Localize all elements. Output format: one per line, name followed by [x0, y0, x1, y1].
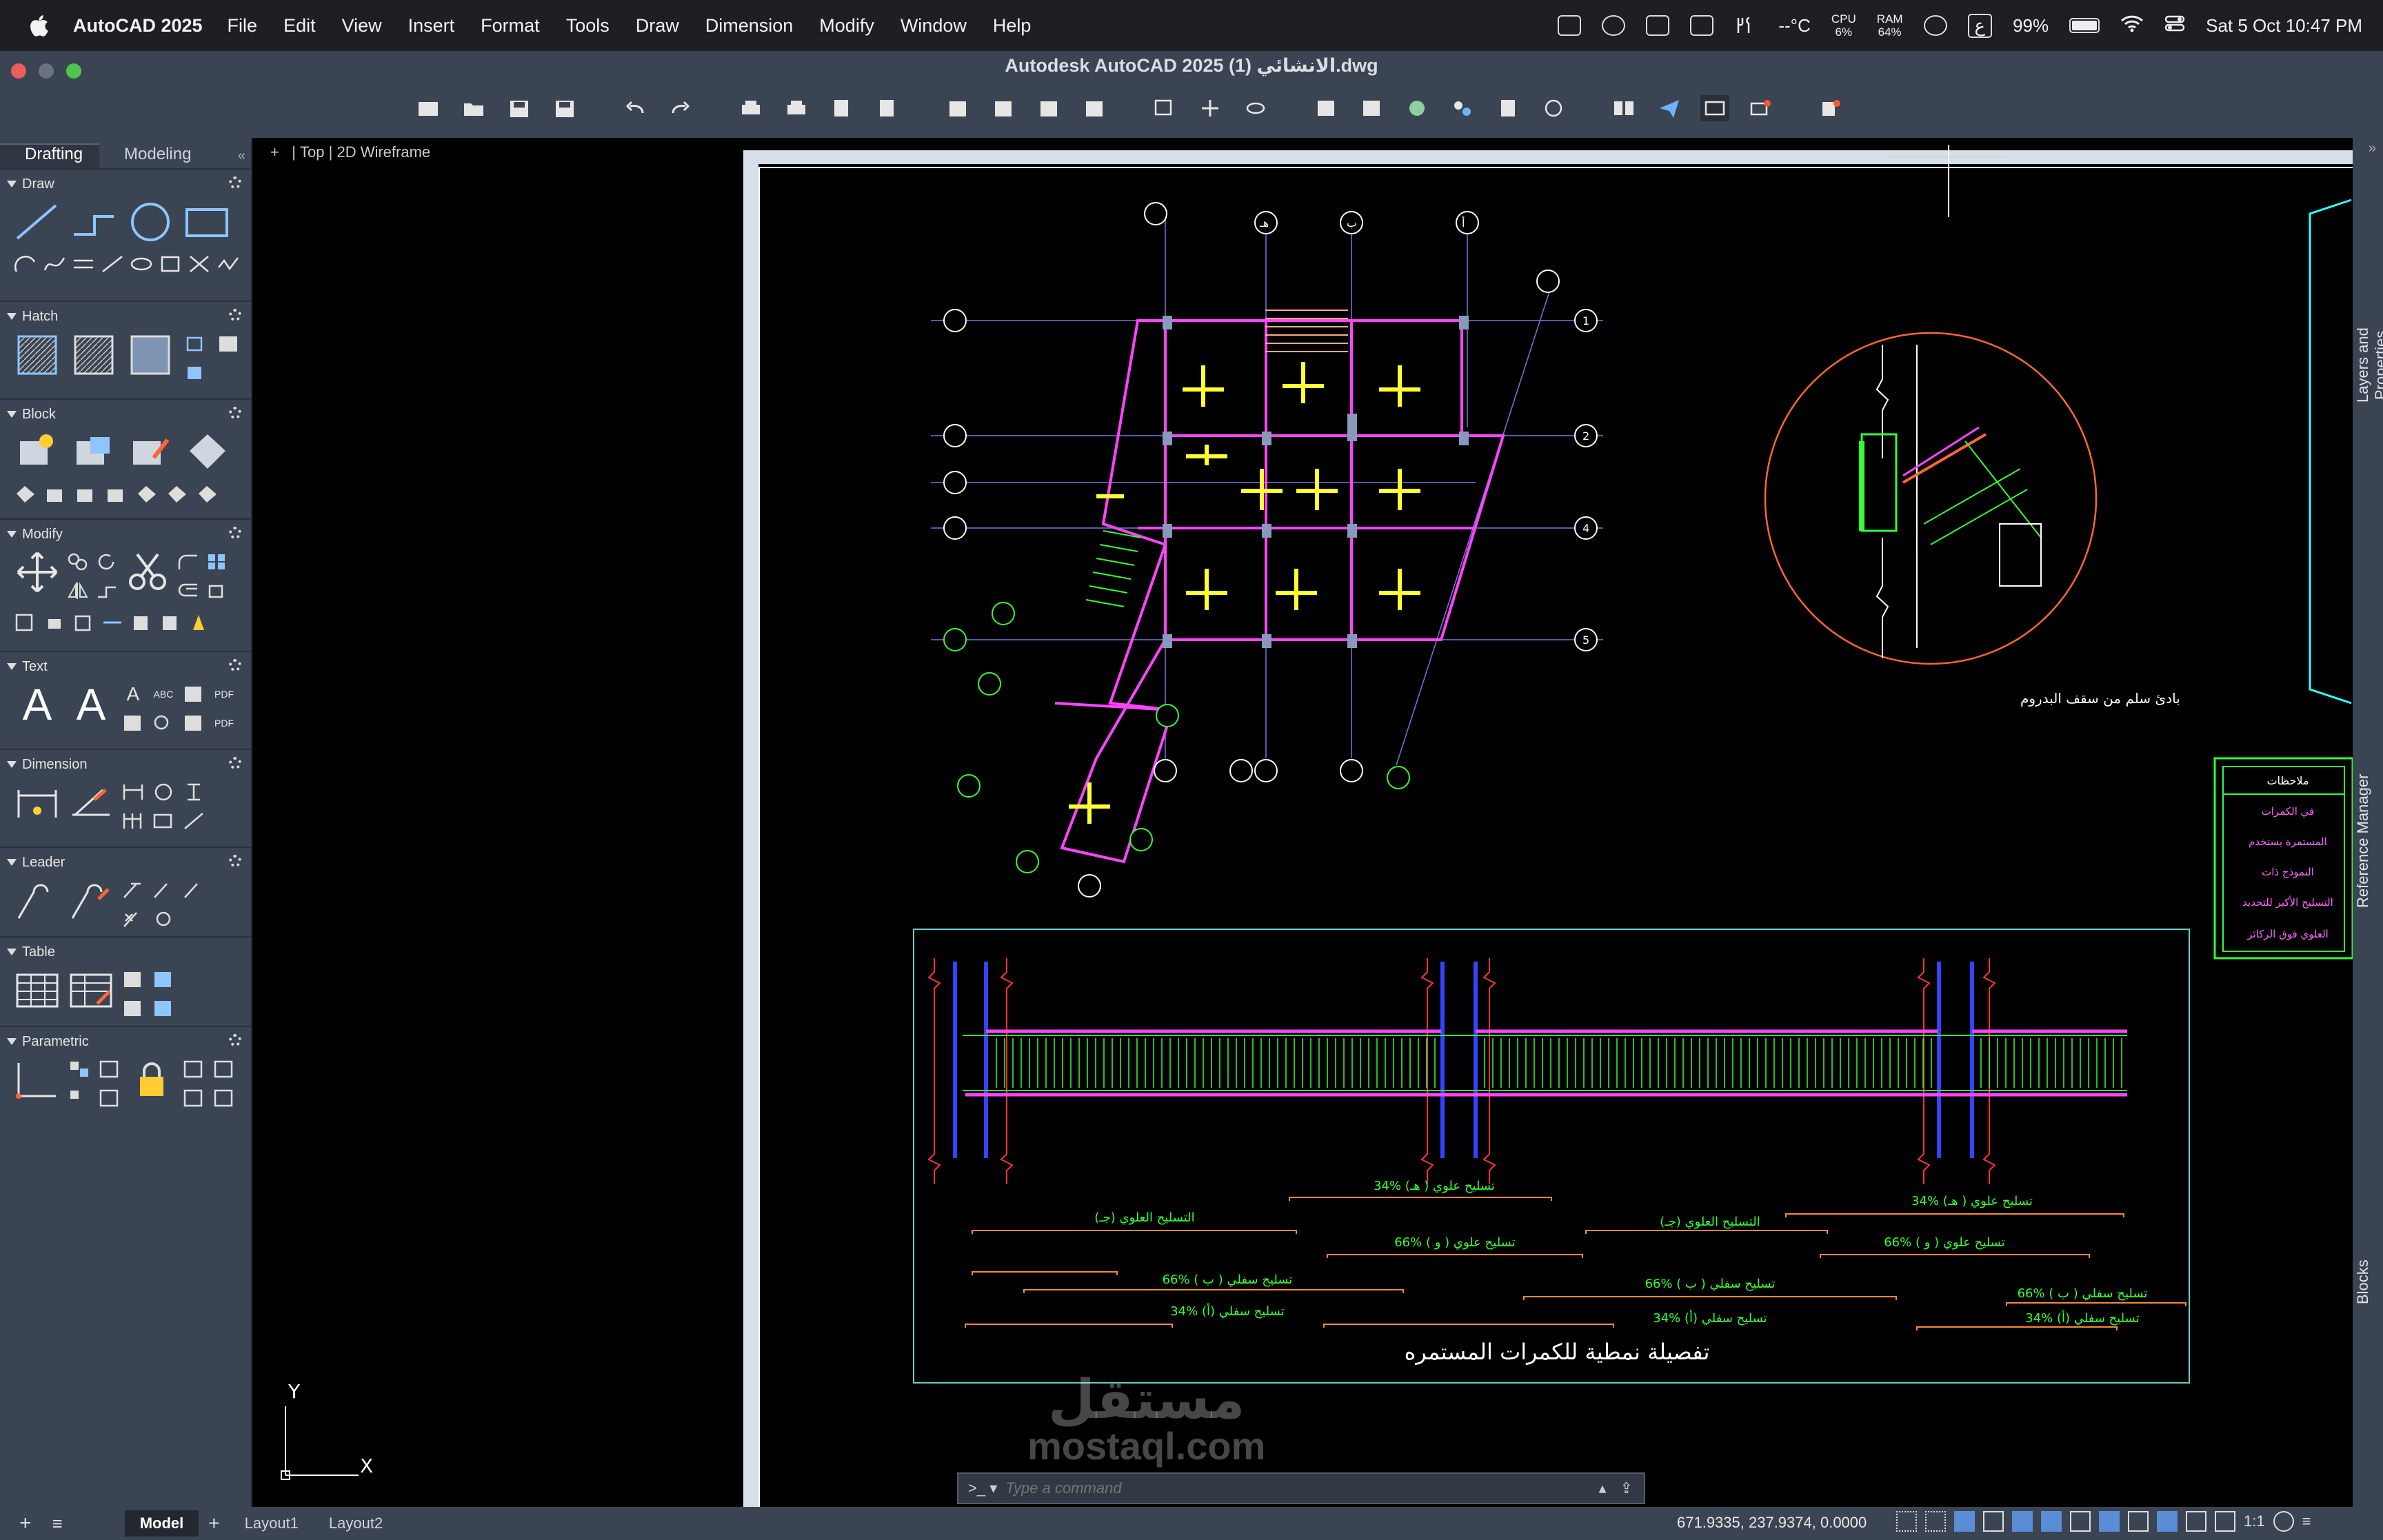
beam-label: تسليح علوي ( هـ) %34 — [1911, 1194, 2033, 1208]
ucs-icon — [281, 1406, 359, 1480]
tab-layout1[interactable]: Layout1 — [230, 1510, 314, 1537]
transparency-icon[interactable] — [2128, 1511, 2149, 1532]
grid-label: 4 — [1582, 522, 1589, 535]
beam-detail-title: تفصيلة نمطية للكمرات المستمره — [1405, 1339, 1710, 1365]
note-line: العلوي فوق الركائز — [2246, 928, 2329, 941]
beam-label: تسليح سفلي (أ) %34 — [1170, 1303, 1284, 1319]
blocks-tab[interactable]: Blocks — [2354, 1248, 2382, 1317]
beam-label: تسليح سفلي ( ب ) %66 — [1163, 1273, 1293, 1287]
command-input[interactable] — [1005, 1479, 1599, 1497]
command-line[interactable]: >_ ▾ ▴ ⇪ — [957, 1472, 1645, 1504]
detail-caption: بادئ سلم من سقف البدروم — [2020, 690, 2180, 707]
lineweight-icon[interactable] — [2099, 1511, 2120, 1532]
right-panel-strip: » Layers and Properties Reference Manage… — [2353, 138, 2383, 1507]
customize-icon[interactable]: ≡ — [2302, 1512, 2320, 1530]
collapse-right-icon[interactable]: » — [2369, 141, 2376, 156]
note-line: في الكمرات — [2262, 805, 2315, 818]
beam-label: تسليح سفلي (أ) %34 — [1653, 1310, 1767, 1326]
grid-label: أ — [1462, 216, 1465, 230]
annotation-scale-value[interactable]: 1:1 — [2244, 1512, 2265, 1530]
add-layout-icon[interactable]: + — [208, 1512, 219, 1534]
note-line: المستمرة يستخدم — [2249, 835, 2327, 848]
beam-label: تسليح علوي ( و ) %66 — [1884, 1235, 2005, 1250]
tab-model[interactable]: Model — [124, 1510, 199, 1537]
polar-icon[interactable] — [2012, 1511, 2033, 1532]
note-line: النموذج ذات — [2262, 866, 2314, 879]
watermark: مستقل mostaql.com — [1027, 1369, 1266, 1468]
grid-label: ب — [1347, 216, 1357, 230]
coordinate-readout: 671.9335, 237.9374, 0.0000 — [1677, 1514, 1867, 1531]
add-palette-icon[interactable]: + — [19, 1512, 32, 1535]
grid-label: 1 — [1582, 314, 1589, 327]
cad-drawing[interactable]: هـ ب أ 1 2 4 5 بادئ سلم من سقف البدروم م… — [0, 0, 2383, 1540]
snap-icon[interactable] — [1954, 1511, 1975, 1532]
osnap-icon[interactable] — [2041, 1511, 2062, 1532]
otrack-icon[interactable] — [2070, 1511, 2091, 1532]
reference-manager-tab[interactable]: Reference Manager — [2354, 758, 2382, 924]
layers-properties-tab[interactable]: Layers and Properties — [2354, 296, 2383, 434]
grid-icon[interactable] — [1925, 1511, 1946, 1532]
status-toggles: 1:1 ≡ — [1896, 1511, 2320, 1532]
command-share-icon[interactable]: ⇪ — [1620, 1479, 1633, 1497]
tab-layout2[interactable]: Layout2 — [314, 1510, 398, 1537]
ortho-icon[interactable] — [1983, 1511, 2004, 1532]
beam-label: تسليح سفلي ( ب ) %66 — [1645, 1277, 1776, 1291]
ucs-y-label: Y — [288, 1380, 301, 1403]
command-prompt-icon[interactable]: >_ ▾ — [968, 1479, 997, 1497]
grid-label: 5 — [1582, 634, 1589, 647]
notes-title: ملاحظات — [2266, 774, 2309, 787]
beam-label: تسليح سفلي ( ب ) %66 — [2018, 1286, 2148, 1301]
grid-label: 2 — [1582, 429, 1589, 443]
workspace-icon[interactable] — [2273, 1511, 2294, 1532]
selection-cycling-icon[interactable] — [2157, 1511, 2178, 1532]
note-line: التسليح الأكبر للتحديد — [2242, 895, 2333, 909]
beam-label: التسليح العلوي (جـ) — [1094, 1210, 1194, 1225]
annotation-scale-icon[interactable] — [2215, 1511, 2235, 1532]
grid-label: هـ — [1259, 216, 1269, 230]
ucs-x-label: X — [360, 1455, 373, 1477]
command-history-icon[interactable]: ▴ — [1599, 1479, 1607, 1497]
beam-label: تسليح علوي ( و ) %66 — [1394, 1235, 1516, 1250]
model-space-icon[interactable] — [1896, 1511, 1917, 1532]
beam-label: التسليح العلوي (جـ) — [1660, 1215, 1760, 1229]
beam-label: تسليح علوي ( هـ) %34 — [1374, 1179, 1495, 1193]
beam-label: تسليح سفلي (أ) %34 — [2025, 1310, 2139, 1326]
menu-list-icon[interactable]: ≡ — [52, 1513, 63, 1534]
annotation-visibility-icon[interactable] — [2186, 1511, 2206, 1532]
